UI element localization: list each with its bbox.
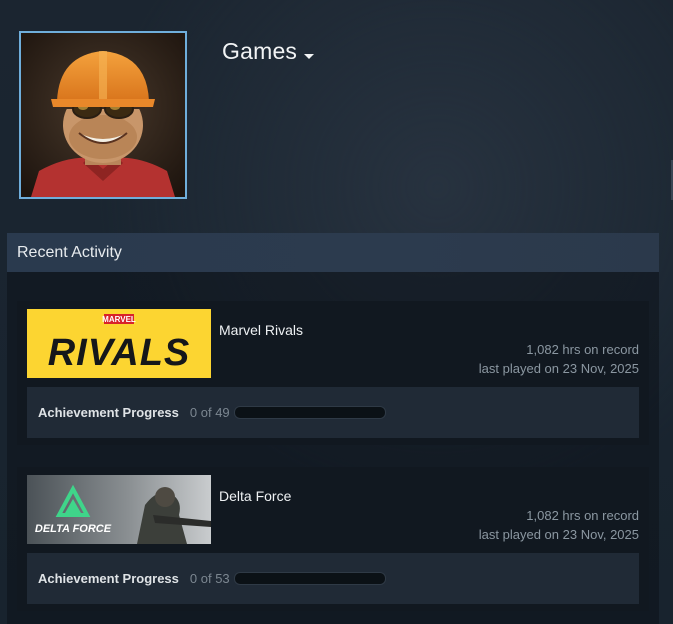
achievement-progress-row[interactable]: Achievement Progress 0 of 53 — [27, 553, 639, 604]
caret-down-icon — [304, 53, 315, 59]
last-played: last played on 23 Nov, 2025 — [478, 361, 639, 376]
achievement-progress-bar — [233, 572, 386, 585]
recent-activity-header: Recent Activity — [7, 233, 659, 272]
recent-activity-title: Recent Activity — [17, 243, 122, 261]
last-played: last played on 23 Nov, 2025 — [478, 527, 639, 542]
recent-activity-panel: Recent Activity MARVEL RIVALS Marvel Riv… — [7, 233, 659, 624]
delta-force-logo: DELTA FORCE — [27, 475, 211, 544]
game-thumbnail-delta-force[interactable]: DELTA FORCE — [27, 475, 211, 544]
game-name[interactable]: Marvel Rivals — [219, 322, 303, 338]
achievement-label: Achievement Progress — [38, 405, 179, 420]
achievement-progress-row[interactable]: Achievement Progress 0 of 49 — [27, 387, 639, 438]
game-thumbnail-marvel-rivals[interactable]: MARVEL RIVALS — [27, 309, 211, 378]
svg-text:DELTA FORCE: DELTA FORCE — [35, 523, 112, 535]
achievement-count: 0 of 49 — [189, 405, 230, 420]
achievement-count: 0 of 53 — [189, 571, 230, 586]
avatar-image — [21, 33, 185, 197]
game-name[interactable]: Delta Force — [219, 488, 291, 504]
game-card-delta-force: DELTA FORCE Delta Force 1,082 hrs on rec… — [17, 467, 649, 611]
games-menu[interactable]: Games — [222, 38, 315, 65]
profile-avatar[interactable] — [19, 31, 187, 199]
svg-text:MARVEL: MARVEL — [102, 315, 136, 324]
achievement-label: Achievement Progress — [38, 571, 179, 586]
hours-on-record: 1,082 hrs on record — [526, 508, 639, 523]
game-card-marvel-rivals: MARVEL RIVALS Marvel Rivals 1,082 hrs on… — [17, 301, 649, 445]
games-menu-label: Games — [222, 38, 298, 64]
hours-on-record: 1,082 hrs on record — [526, 342, 639, 357]
svg-text:RIVALS: RIVALS — [48, 332, 191, 374]
achievement-progress-bar — [233, 406, 386, 419]
marvel-rivals-logo: MARVEL RIVALS — [27, 309, 211, 378]
